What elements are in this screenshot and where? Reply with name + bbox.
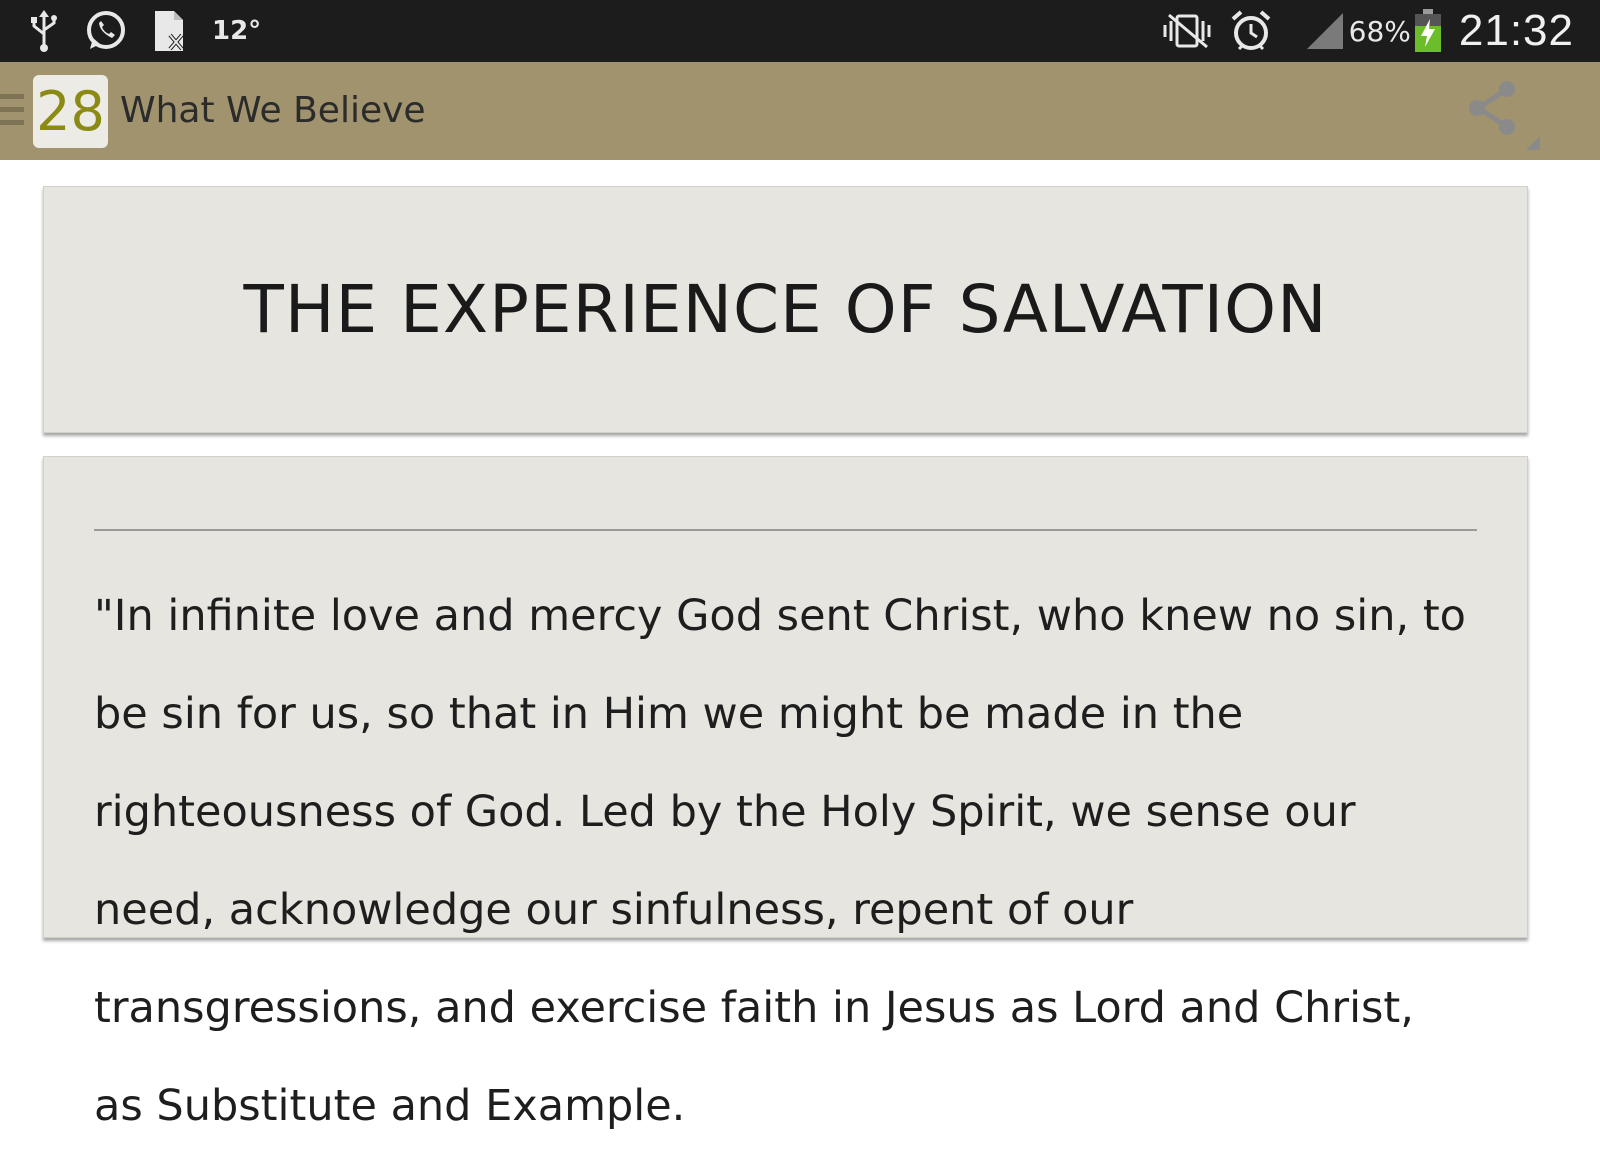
temperature-text: 12° xyxy=(212,16,262,46)
status-bar-right: 68% 21:32 xyxy=(1161,0,1574,62)
clock: 21:32 xyxy=(1458,6,1574,55)
navigation-drawer-icon[interactable] xyxy=(0,94,24,130)
signal-icon xyxy=(1305,11,1345,51)
whatsapp-icon xyxy=(84,9,128,53)
title-card: THE EXPERIENCE OF SALVATION xyxy=(43,186,1528,433)
page-title: THE EXPERIENCE OF SALVATION xyxy=(243,271,1328,348)
divider xyxy=(94,529,1477,531)
alarm-icon xyxy=(1229,9,1273,53)
share-icon xyxy=(1469,81,1540,150)
status-bar-left: 12° xyxy=(28,0,261,62)
document-icon xyxy=(152,9,188,53)
text-card: "In infinite love and mercy God sent Chr… xyxy=(43,456,1528,1131)
vibrate-mute-icon xyxy=(1161,11,1213,51)
body-text: "In infinite love and mercy God sent Chr… xyxy=(94,591,1466,1131)
battery-charging-icon xyxy=(1413,9,1443,53)
battery-percent: 68% xyxy=(1348,14,1411,48)
usb-icon xyxy=(28,10,60,52)
app-title: What We Believe xyxy=(120,90,426,131)
share-button[interactable] xyxy=(1462,78,1542,150)
action-bar: 28 What We Believe xyxy=(0,62,1600,160)
status-bar: 12° 68% 21:32 xyxy=(0,0,1600,62)
day-number-badge[interactable]: 28 xyxy=(33,75,108,148)
